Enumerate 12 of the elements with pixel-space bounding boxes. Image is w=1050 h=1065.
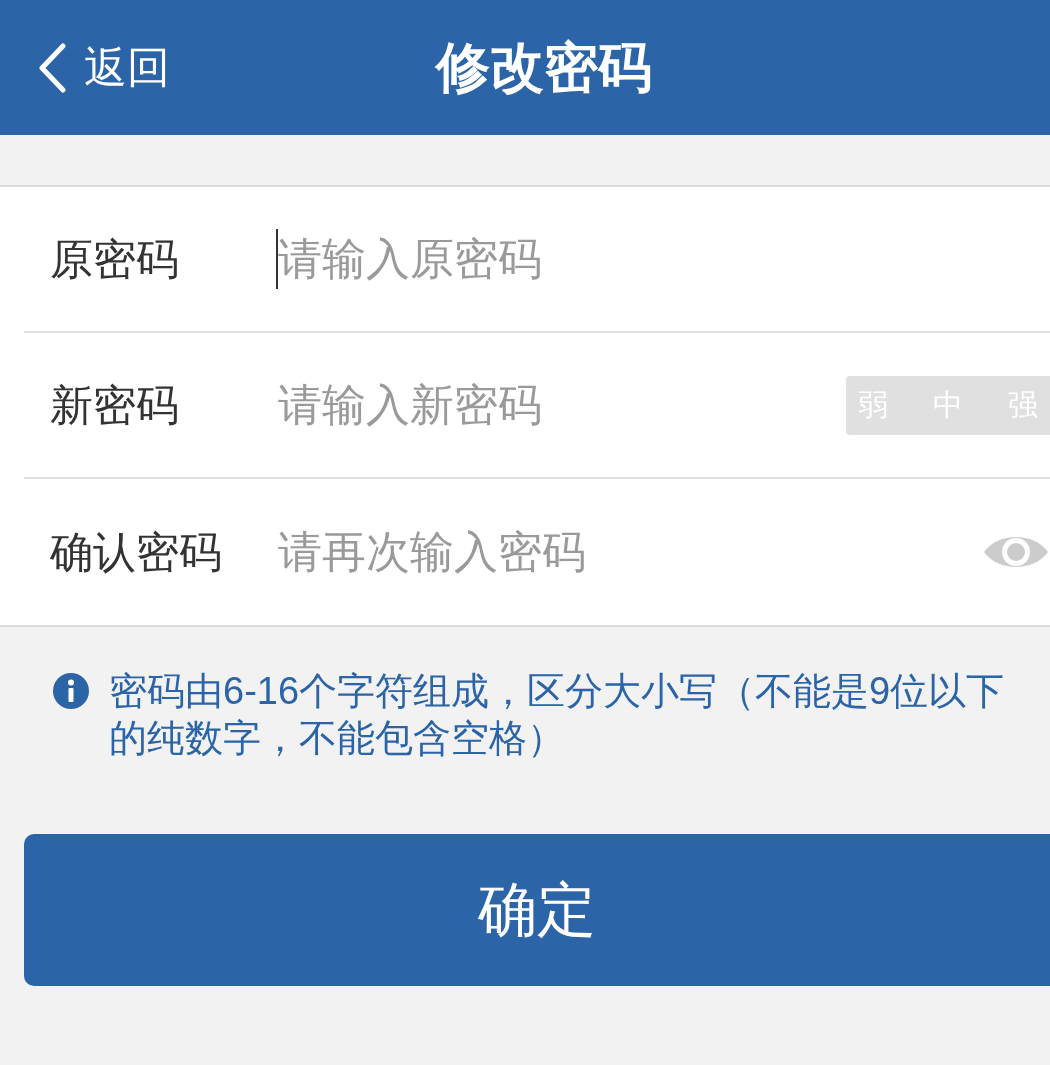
password-field[interactable]: 请再次输入密码 bbox=[278, 522, 984, 582]
field-label: 确认密码 bbox=[50, 526, 223, 578]
password-field[interactable]: 请输入新密码 bbox=[278, 375, 846, 435]
page-title: 修改密码 bbox=[436, 36, 652, 99]
field-label: 新密码 bbox=[50, 379, 180, 431]
back-button[interactable]: 返回 bbox=[38, 35, 170, 100]
password-hint: 密码由6-16个字符组成，区分大小写（不能是9位以下的纯数字，不能包含空格） bbox=[109, 669, 1006, 761]
field-label: 原密码 bbox=[50, 233, 180, 285]
password-field[interactable]: 请输入原密码 bbox=[278, 229, 1050, 289]
chevron-left-icon bbox=[38, 42, 66, 93]
info-icon bbox=[53, 673, 89, 709]
confirm-button[interactable]: 确定 bbox=[24, 834, 1050, 986]
